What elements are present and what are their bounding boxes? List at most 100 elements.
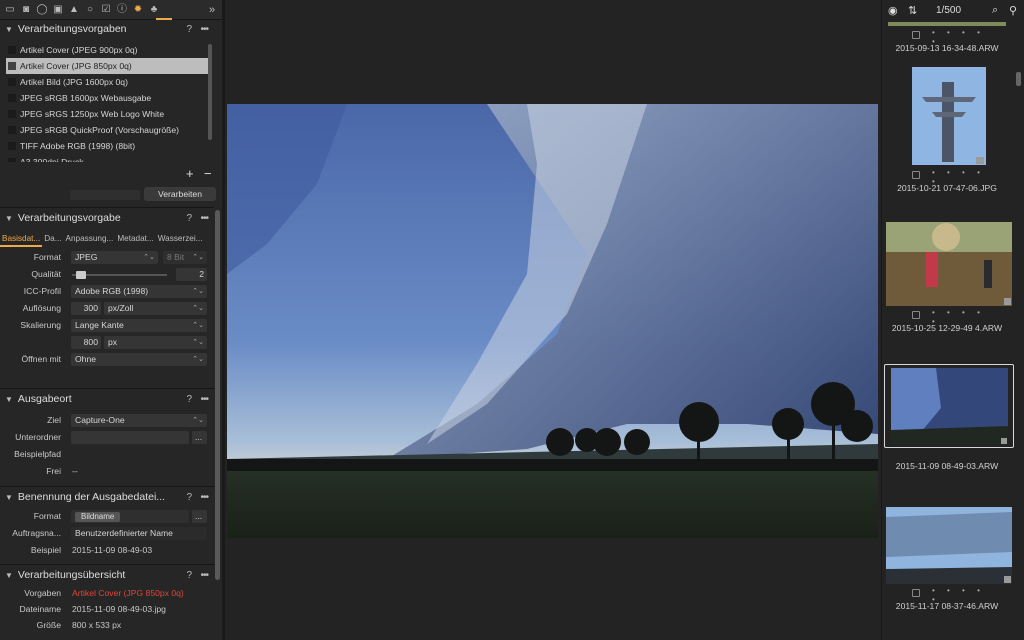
icc-profile-select[interactable]: Adobe RGB (1998) ⌃⌄ — [71, 285, 207, 298]
scale-select[interactable]: Lange Kante ⌃⌄ — [71, 319, 207, 332]
collapse-arrow-icon[interactable]: ▼ — [5, 493, 13, 502]
size-input[interactable]: 800 — [71, 336, 101, 349]
naming-section-header[interactable]: ▼ Benennung der Ausgabedatei... ? ••• — [0, 488, 214, 506]
image-browser: ◉ ⇅ 1/500 ⌕ ⚲ • • • • • 2015-09-13 16-34… — [881, 0, 1024, 640]
select-checkbox[interactable] — [912, 31, 920, 39]
preset-checkbox[interactable] — [8, 62, 16, 70]
tool-tabs-toolbar: ▭ ◙ ◯ ▣ ▲ ○ ☑ ⓘ ✹ ♣ » — [0, 0, 222, 20]
recipe-subtab[interactable]: Metadat... — [115, 234, 155, 243]
thumbnail-image[interactable] — [891, 368, 1008, 445]
recipe-section-header[interactable]: ▼ Verarbeitungsvorgabe ? ••• — [0, 209, 214, 227]
more-options-icon[interactable]: ••• — [200, 492, 208, 503]
search-icon[interactable]: ○ — [84, 4, 96, 16]
thumbnail-image[interactable] — [912, 67, 986, 165]
preset-item[interactable]: JPEG sRGB 1600px Webausgabe — [6, 90, 210, 106]
summary-section-header[interactable]: ▼ Verarbeitungsübersicht ? ••• — [0, 566, 214, 584]
help-icon[interactable]: ? — [186, 213, 192, 224]
add-preset-button[interactable]: + — [186, 166, 194, 181]
tool-panel-scrollbar[interactable] — [215, 210, 220, 580]
gear-icon[interactable]: ✹ — [132, 4, 144, 16]
resolution-input[interactable]: 300 — [71, 302, 101, 315]
share-icon[interactable]: ♣ — [148, 4, 160, 16]
naming-format-button[interactable]: ... — [192, 510, 207, 523]
preset-item[interactable]: Artikel Cover (JPG 850px 0q) — [6, 58, 210, 74]
recipe-subtab[interactable]: Anpassung... — [64, 234, 116, 243]
lens-icon[interactable]: ◯ — [36, 4, 48, 16]
preset-checkbox[interactable] — [8, 78, 16, 86]
presets-section-header[interactable]: ▼ Verarbeitungsvorgaben ? ••• — [0, 20, 214, 38]
preset-checkbox[interactable] — [8, 126, 16, 134]
collapse-arrow-icon[interactable]: ▼ — [5, 571, 13, 580]
info-icon[interactable]: ⓘ — [116, 4, 128, 16]
thumbnail-meta: • • • • • — [912, 28, 992, 46]
target-select[interactable]: Capture-One ⌃⌄ — [71, 414, 207, 427]
preset-checkbox[interactable] — [8, 46, 16, 54]
token-bildname[interactable]: Bildname — [75, 512, 121, 522]
quality-slider-handle[interactable] — [76, 271, 87, 279]
recipe-subtab[interactable]: Basisdat... — [0, 234, 42, 243]
preset-item[interactable]: JPEG sRGS 1250px Web Logo White — [6, 106, 210, 122]
quality-slider-track[interactable] — [72, 274, 167, 276]
format-select[interactable]: JPEG ⌃⌄ — [71, 251, 158, 264]
preset-checkbox[interactable] — [8, 142, 16, 150]
image-viewer[interactable] — [225, 0, 881, 640]
preset-item[interactable]: JPEG sRGB QuickProof (Vorschaugröße) — [6, 122, 210, 138]
exposure-icon[interactable]: ▲ — [68, 4, 80, 16]
preset-checkbox[interactable] — [8, 110, 16, 118]
eye-icon[interactable]: ◉ — [888, 4, 898, 17]
main-photo[interactable] — [227, 104, 878, 538]
library-icon[interactable]: ▣ — [52, 4, 64, 16]
preset-item[interactable]: TIFF Adobe RGB (1998) (8bit) — [6, 138, 210, 154]
format-row: Format JPEG ⌃⌄ 8 Bit ⌃⌄ — [0, 249, 214, 266]
collapse-arrow-icon[interactable]: ▼ — [5, 25, 13, 34]
help-icon[interactable]: ? — [186, 24, 192, 35]
help-icon[interactable]: ? — [186, 394, 192, 405]
bit-depth-select[interactable]: 8 Bit ⌃⌄ — [163, 251, 207, 264]
preset-item[interactable]: Artikel Bild (JPG 1600px 0q) — [6, 74, 210, 90]
help-icon[interactable]: ? — [186, 570, 192, 581]
more-options-icon[interactable]: ••• — [200, 394, 208, 405]
size-unit-select[interactable]: px ⌃⌄ — [104, 336, 207, 349]
preset-list-scrollbar[interactable] — [208, 44, 212, 140]
preset-checkbox[interactable] — [8, 94, 16, 102]
camera-icon[interactable]: ◙ — [20, 4, 32, 16]
more-options-icon[interactable]: ••• — [200, 213, 208, 224]
browser-scrollbar[interactable] — [1016, 72, 1021, 86]
sort-icon[interactable]: ⇅ — [908, 4, 917, 17]
subfolder-row: Unterordner ... — [0, 429, 214, 446]
process-button[interactable]: Verarbeiten — [144, 187, 216, 201]
remove-preset-button[interactable]: − — [204, 166, 212, 181]
checklist-icon[interactable]: ☑ — [100, 4, 112, 16]
search-icon[interactable]: ⌕ — [992, 4, 998, 17]
more-tabs-icon[interactable]: » — [206, 4, 218, 16]
help-icon[interactable]: ? — [186, 492, 192, 503]
job-name-input[interactable]: Benutzerdefinierter Name — [71, 527, 207, 540]
preset-checkbox[interactable] — [8, 158, 16, 162]
preset-item[interactable]: A3 300dpi Druck — [6, 154, 210, 162]
open-with-select[interactable]: Ohne ⌃⌄ — [71, 353, 207, 366]
select-checkbox[interactable] — [912, 171, 920, 179]
subfolder-input[interactable] — [71, 431, 189, 444]
output-section-title: Ausgabeort — [17, 393, 72, 405]
thumbnail-image[interactable] — [888, 22, 1006, 26]
naming-format-input[interactable]: Bildname — [71, 510, 189, 523]
recipe-subtab[interactable]: Wasserzei... — [156, 234, 205, 243]
free-space-row: Frei -- — [0, 463, 214, 480]
more-options-icon[interactable]: ••• — [200, 570, 208, 581]
select-checkbox[interactable] — [912, 311, 920, 319]
thumbnail-image[interactable] — [886, 507, 1012, 584]
zoom-icon[interactable]: ⚲ — [1009, 4, 1017, 17]
quality-input[interactable]: 2 — [176, 268, 207, 281]
recipe-subtab[interactable]: Da... — [42, 234, 63, 243]
resolution-unit-select[interactable]: px/Zoll ⌃⌄ — [104, 302, 207, 315]
collapse-arrow-icon[interactable]: ▼ — [5, 395, 13, 404]
output-section-header[interactable]: ▼ Ausgabeort ? ••• — [0, 390, 214, 408]
folder-icon[interactable]: ▭ — [4, 4, 16, 16]
subfolder-browse-button[interactable]: ... — [192, 431, 207, 444]
output-mode-segmented[interactable] — [70, 190, 140, 200]
thumbnail-image[interactable] — [886, 222, 1012, 306]
collapse-arrow-icon[interactable]: ▼ — [5, 214, 13, 223]
more-options-icon[interactable]: ••• — [200, 24, 208, 35]
select-checkbox[interactable] — [912, 589, 920, 597]
preset-item[interactable]: Artikel Cover (JPEG 900px 0q) — [6, 42, 210, 58]
